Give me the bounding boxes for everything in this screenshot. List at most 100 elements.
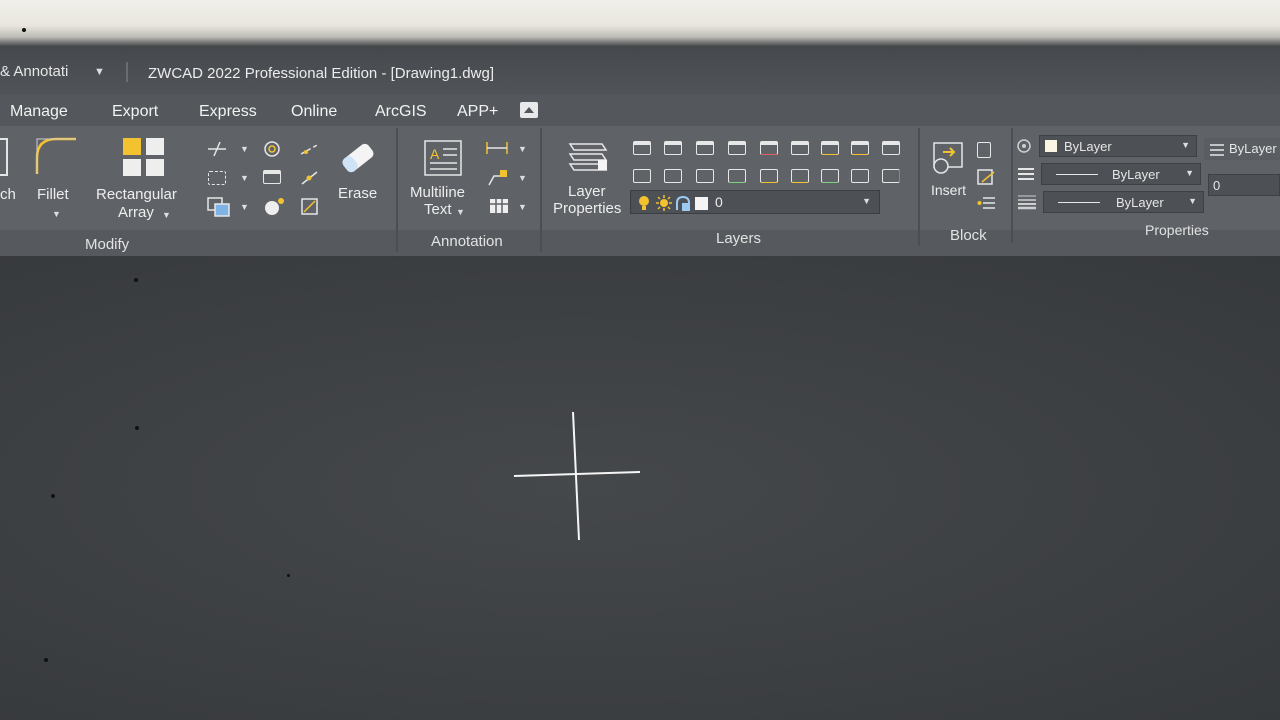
table-icon[interactable]	[488, 197, 510, 215]
copy-dropdown-icon[interactable]: ▼	[240, 202, 249, 212]
screen-speck	[134, 278, 138, 282]
layer-state-icon[interactable]	[882, 169, 900, 183]
layer-lock-icon[interactable]	[882, 141, 900, 155]
edit-block-icon[interactable]	[976, 168, 996, 186]
explode-icon[interactable]	[263, 170, 281, 184]
layer-on-all-icon[interactable]	[791, 141, 809, 155]
lineweight-combo[interactable]: ByLayer ▼	[1043, 191, 1204, 213]
stretch-label[interactable]: ch	[0, 186, 16, 203]
workspace-dropdown-icon[interactable]: ▼	[94, 66, 105, 78]
panel-title-block[interactable]: Block	[950, 227, 987, 244]
offset-icon[interactable]	[262, 139, 282, 159]
color-swatch	[1045, 140, 1057, 152]
layer-off-icon[interactable]	[760, 141, 778, 155]
mtext-dropdown-icon[interactable]: ▼	[456, 204, 465, 221]
title-separator	[126, 62, 128, 82]
layer-properties-label-1[interactable]: Layer	[568, 183, 606, 200]
layer-current-combo[interactable]: 0 ▼	[630, 190, 880, 214]
layer-freeze-icon[interactable]	[821, 141, 839, 155]
move-icon[interactable]	[262, 196, 286, 218]
erase-label[interactable]: Erase	[338, 185, 377, 202]
insert-label[interactable]: Insert	[931, 182, 966, 199]
layer-make-current-icon[interactable]	[664, 169, 682, 183]
layer-combo-right[interactable]: ByLayer	[1204, 138, 1280, 160]
scale-dropdown-icon[interactable]: ▼	[240, 173, 249, 183]
leader-icon[interactable]	[486, 168, 510, 188]
svg-text:A: A	[430, 146, 440, 162]
transparency-field[interactable]: 0	[1208, 174, 1280, 196]
layer-unlock-icon[interactable]	[633, 169, 651, 183]
layer-dropdown-icon[interactable]: ▼	[862, 196, 871, 206]
linetype-dropdown-icon[interactable]: ▼	[1185, 168, 1194, 178]
rectangular-array-icon[interactable]	[121, 136, 167, 178]
match-properties-icon[interactable]	[1014, 137, 1034, 155]
stretch-icon[interactable]	[0, 138, 8, 176]
break-icon[interactable]	[299, 140, 321, 158]
lineweight-dropdown-icon[interactable]: ▼	[1188, 196, 1197, 206]
multiline-text-icon[interactable]: A	[423, 139, 463, 177]
insert-block-icon[interactable]	[929, 140, 965, 176]
layer-properties-icon[interactable]	[564, 138, 610, 178]
workspace-selector[interactable]: & Annotati	[0, 63, 68, 80]
dimension-dropdown-icon[interactable]: ▼	[518, 144, 527, 154]
fillet-label[interactable]: Fillet	[37, 186, 69, 203]
drawing-canvas[interactable]	[0, 256, 1280, 720]
linetype-icon[interactable]	[1016, 166, 1036, 182]
multiline-text-label-1[interactable]: Multiline	[410, 184, 465, 201]
erase-icon[interactable]	[336, 138, 380, 178]
panel-title-layers[interactable]: Layers	[716, 230, 761, 247]
panel-separator	[918, 128, 920, 246]
panel-title-properties[interactable]: Properties	[1145, 222, 1209, 238]
layer-change-current-icon[interactable]	[696, 169, 714, 183]
tab-online[interactable]: Online	[291, 103, 337, 121]
lineweight-icon[interactable]	[1016, 194, 1038, 210]
tab-export[interactable]: Export	[112, 103, 158, 121]
fillet-icon[interactable]	[34, 136, 78, 176]
screen-speck	[51, 494, 55, 498]
layer-unisolate-icon[interactable]	[728, 141, 746, 155]
create-block-icon[interactable]	[977, 142, 991, 158]
layer-copy-icon[interactable]	[728, 169, 746, 183]
layer-delete-icon[interactable]	[821, 169, 839, 183]
layer-thaw-all-icon[interactable]	[851, 141, 869, 155]
layer-state-icons	[639, 195, 708, 211]
copy-icon[interactable]	[206, 196, 232, 218]
layer-merge-icon[interactable]	[791, 169, 809, 183]
multiline-text-label-2[interactable]: Text	[424, 201, 452, 218]
tab-express[interactable]: Express	[199, 103, 257, 121]
minimize-ribbon-icon[interactable]	[520, 102, 538, 118]
layer-match-icon[interactable]	[633, 141, 651, 155]
color-dropdown-icon[interactable]: ▼	[1181, 140, 1190, 150]
panel-title-modify[interactable]: Modify	[85, 236, 129, 253]
layer-walk-icon[interactable]	[760, 169, 778, 183]
fillet-dropdown-icon[interactable]: ▼	[52, 206, 61, 223]
block-attribute-icon[interactable]	[977, 194, 997, 212]
layer-translate-icon[interactable]	[851, 169, 869, 183]
panel-title-annotation[interactable]: Annotation	[431, 233, 503, 250]
layer-previous-icon[interactable]	[664, 141, 682, 155]
join-icon[interactable]	[299, 168, 321, 188]
color-value: ByLayer	[1064, 139, 1112, 154]
tab-app-plus[interactable]: APP+	[457, 103, 498, 121]
screen-speck	[44, 658, 48, 662]
rectangular-array-label-1[interactable]: Rectangular	[96, 186, 177, 203]
leader-dropdown-icon[interactable]: ▼	[518, 173, 527, 183]
tab-manage[interactable]: Manage	[10, 103, 68, 121]
trim-icon[interactable]	[206, 140, 228, 158]
chamfer-icon[interactable]	[299, 196, 321, 216]
color-combo[interactable]: ByLayer ▼	[1039, 135, 1197, 157]
layer-isolate-icon[interactable]	[696, 141, 714, 155]
screen-speck	[135, 426, 139, 430]
array-dropdown-icon[interactable]: ▼	[162, 207, 171, 224]
ribbon-panel-area: ch Fillet ▼ Rectangular Array ▼ ▼ ▼ ▼ Er…	[0, 126, 1280, 230]
crosshair-cursor	[513, 411, 641, 541]
tab-arcgis[interactable]: ArcGIS	[375, 103, 427, 121]
rectangular-array-label-2[interactable]: Array	[118, 204, 154, 221]
linear-dimension-icon[interactable]	[484, 140, 510, 156]
scale-icon[interactable]	[208, 171, 226, 185]
table-dropdown-icon[interactable]: ▼	[518, 202, 527, 212]
trim-dropdown-icon[interactable]: ▼	[240, 144, 249, 154]
layer-properties-label-2[interactable]: Properties	[553, 200, 621, 217]
linetype-value: ByLayer	[1112, 167, 1160, 182]
linetype-combo[interactable]: ByLayer ▼	[1041, 163, 1201, 185]
